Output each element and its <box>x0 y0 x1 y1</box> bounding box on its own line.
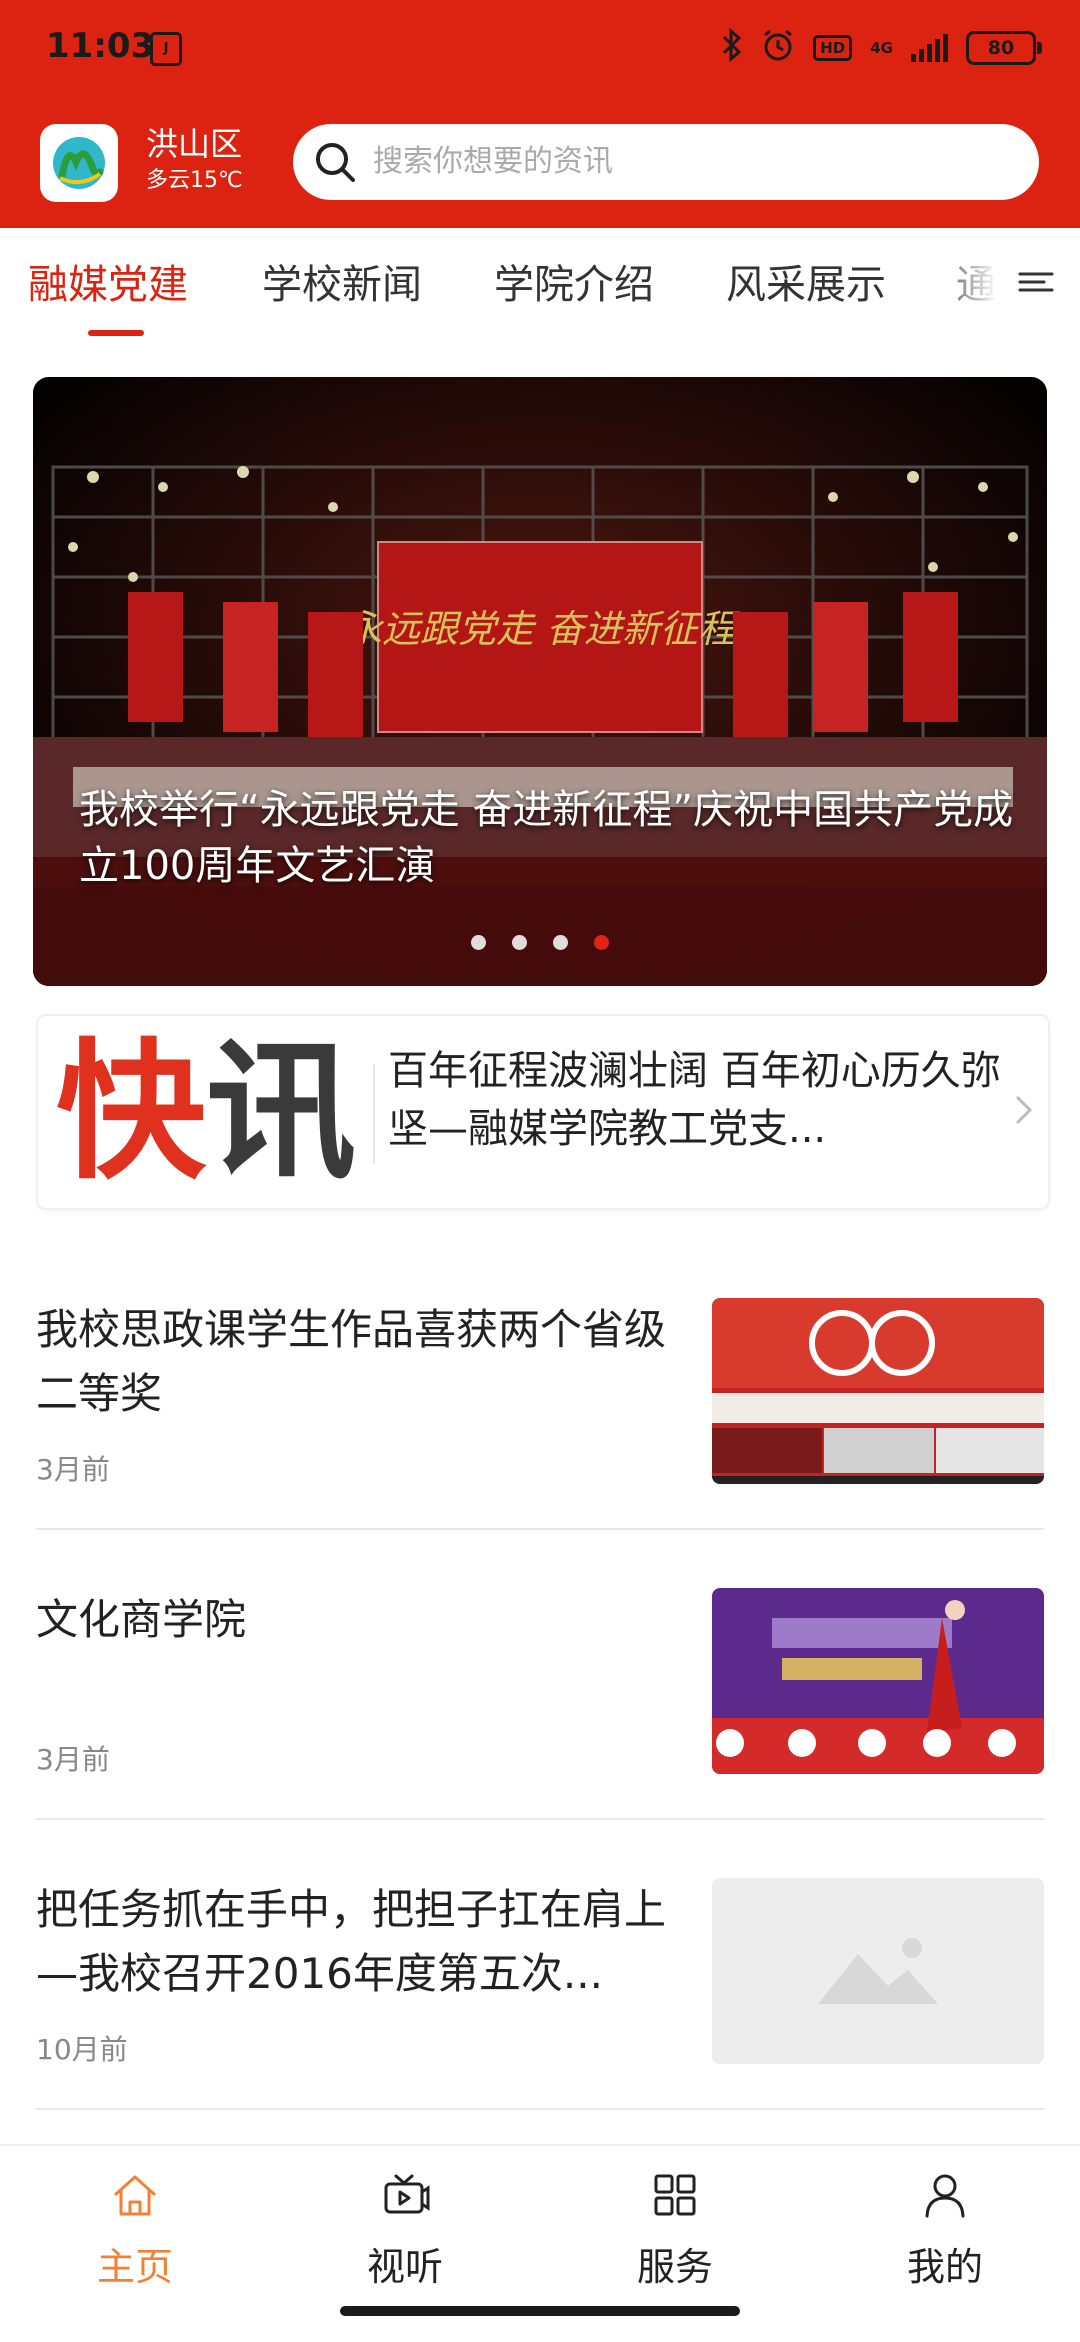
battery-icon: 80 <box>966 31 1042 65</box>
flash-logo-char-1: 快 <box>56 1026 207 1200</box>
search-placeholder: 搜索你想要的资讯 <box>373 144 613 179</box>
divider <box>36 2108 1044 2110</box>
sim-icon: J <box>150 32 182 66</box>
status-icons: HD 4G 80 <box>721 26 1042 70</box>
news-time: 10月前 <box>36 2033 128 2066</box>
news-title: 我校思政课学生作品喜获两个省级二等奖 <box>36 1305 667 1418</box>
flash-logo-char-2: 讯 <box>206 1026 357 1200</box>
person-icon <box>925 2174 965 2218</box>
app-header: 11:03 J HD 4G 80 洪山区 多云15℃ 搜索你想要的资讯 <box>0 0 1080 228</box>
carousel-dots <box>33 935 1047 955</box>
search-bar[interactable]: 搜索你想要的资讯 <box>293 124 1039 200</box>
flash-news-logo: 快讯 <box>56 1028 356 1198</box>
status-bar: 11:03 J HD 4G 80 <box>0 0 1080 95</box>
news-time: 3月前 <box>36 1453 110 1486</box>
banner-image: 永远跟党走 奋进新征程 <box>33 377 1047 986</box>
app-logo[interactable] <box>40 124 118 202</box>
bluetooth-icon <box>721 27 743 69</box>
tab-school-news[interactable]: 学校新闻 <box>262 252 422 310</box>
divider <box>36 1818 1044 1820</box>
divider <box>373 1064 375 1164</box>
location-weather[interactable]: 洪山区 多云15℃ <box>146 124 243 198</box>
news-title: 文化商学院 <box>36 1595 247 1644</box>
top-bar: 洪山区 多云15℃ 搜索你想要的资讯 <box>0 110 1080 210</box>
carousel-dot-active[interactable] <box>594 935 609 950</box>
news-item[interactable]: 把任务抓在手中，把担子扛在肩上—我校召开2016年度第五次... 10月前 <box>36 1878 1044 2166</box>
nav-home[interactable]: 主页 <box>45 2168 225 2291</box>
menu-icon[interactable] <box>1014 262 1058 302</box>
hd-icon: HD <box>813 35 853 61</box>
tab-showcase[interactable]: 风采展示 <box>726 252 886 310</box>
nav-media-label: 视听 <box>366 2245 443 2289</box>
nav-services-label: 服务 <box>636 2245 713 2289</box>
nav-profile[interactable]: 我的 <box>855 2168 1035 2291</box>
city-label: 洪山区 <box>146 125 243 163</box>
news-thumbnail <box>712 1298 1044 1484</box>
signal-icon <box>911 34 948 62</box>
divider <box>36 1528 1044 1530</box>
grid-icon <box>654 2174 696 2216</box>
gesture-home-indicator[interactable] <box>340 2306 740 2316</box>
category-tabs: 融媒党建 学校新闻 学院介绍 风采展示 通 <box>0 228 1080 340</box>
flash-news-text: 百年征程波澜壮阔 百年初心历久弥坚—融媒学院教工党支... <box>388 1048 1001 1152</box>
news-item[interactable]: 文化商学院 3月前 <box>36 1588 1044 1876</box>
weather-label: 多云15℃ <box>146 168 243 193</box>
news-thumbnail <box>712 1588 1044 1774</box>
nav-profile-label: 我的 <box>906 2245 983 2289</box>
tab-party-building[interactable]: 融媒党建 <box>28 252 188 310</box>
news-item[interactable]: 我校思政课学生作品喜获两个省级二等奖 3月前 <box>36 1298 1044 1586</box>
news-thumbnail-placeholder <box>712 1878 1044 2064</box>
news-time: 3月前 <box>36 1743 110 1776</box>
alarm-icon <box>761 28 795 69</box>
home-icon <box>114 2175 156 2216</box>
banner-caption: 我校举行“永远跟党走 奋进新征程”庆祝中国共产党成立100周年文艺汇演 <box>79 787 1014 889</box>
nav-home-label: 主页 <box>96 2245 173 2289</box>
nav-media[interactable]: 视听 <box>315 2168 495 2291</box>
tab-college-intro[interactable]: 学院介绍 <box>494 252 654 310</box>
news-title: 把任务抓在手中，把担子扛在肩上—我校召开2016年度第五次... <box>36 1885 667 1998</box>
chevron-right-icon <box>1016 1096 1033 1124</box>
banner-carousel[interactable]: 永远跟党走 奋进新征程 我校举行“永远跟党走 奋进新征程”庆祝中国共产党成立10… <box>33 377 1047 986</box>
flash-news-card[interactable]: 快讯 百年征程波澜壮阔 百年初心历久弥坚—融媒学院教工党支... <box>36 1014 1050 1210</box>
nav-services[interactable]: 服务 <box>585 2168 765 2291</box>
tv-icon <box>384 2174 430 2214</box>
carousel-dot[interactable] <box>471 935 486 950</box>
status-time: 11:03 <box>46 26 155 66</box>
carousel-dot[interactable] <box>553 935 568 950</box>
tab-indicator <box>88 330 144 336</box>
search-icon <box>316 143 355 182</box>
network-type: 4G <box>870 39 893 57</box>
carousel-dot[interactable] <box>512 935 527 950</box>
